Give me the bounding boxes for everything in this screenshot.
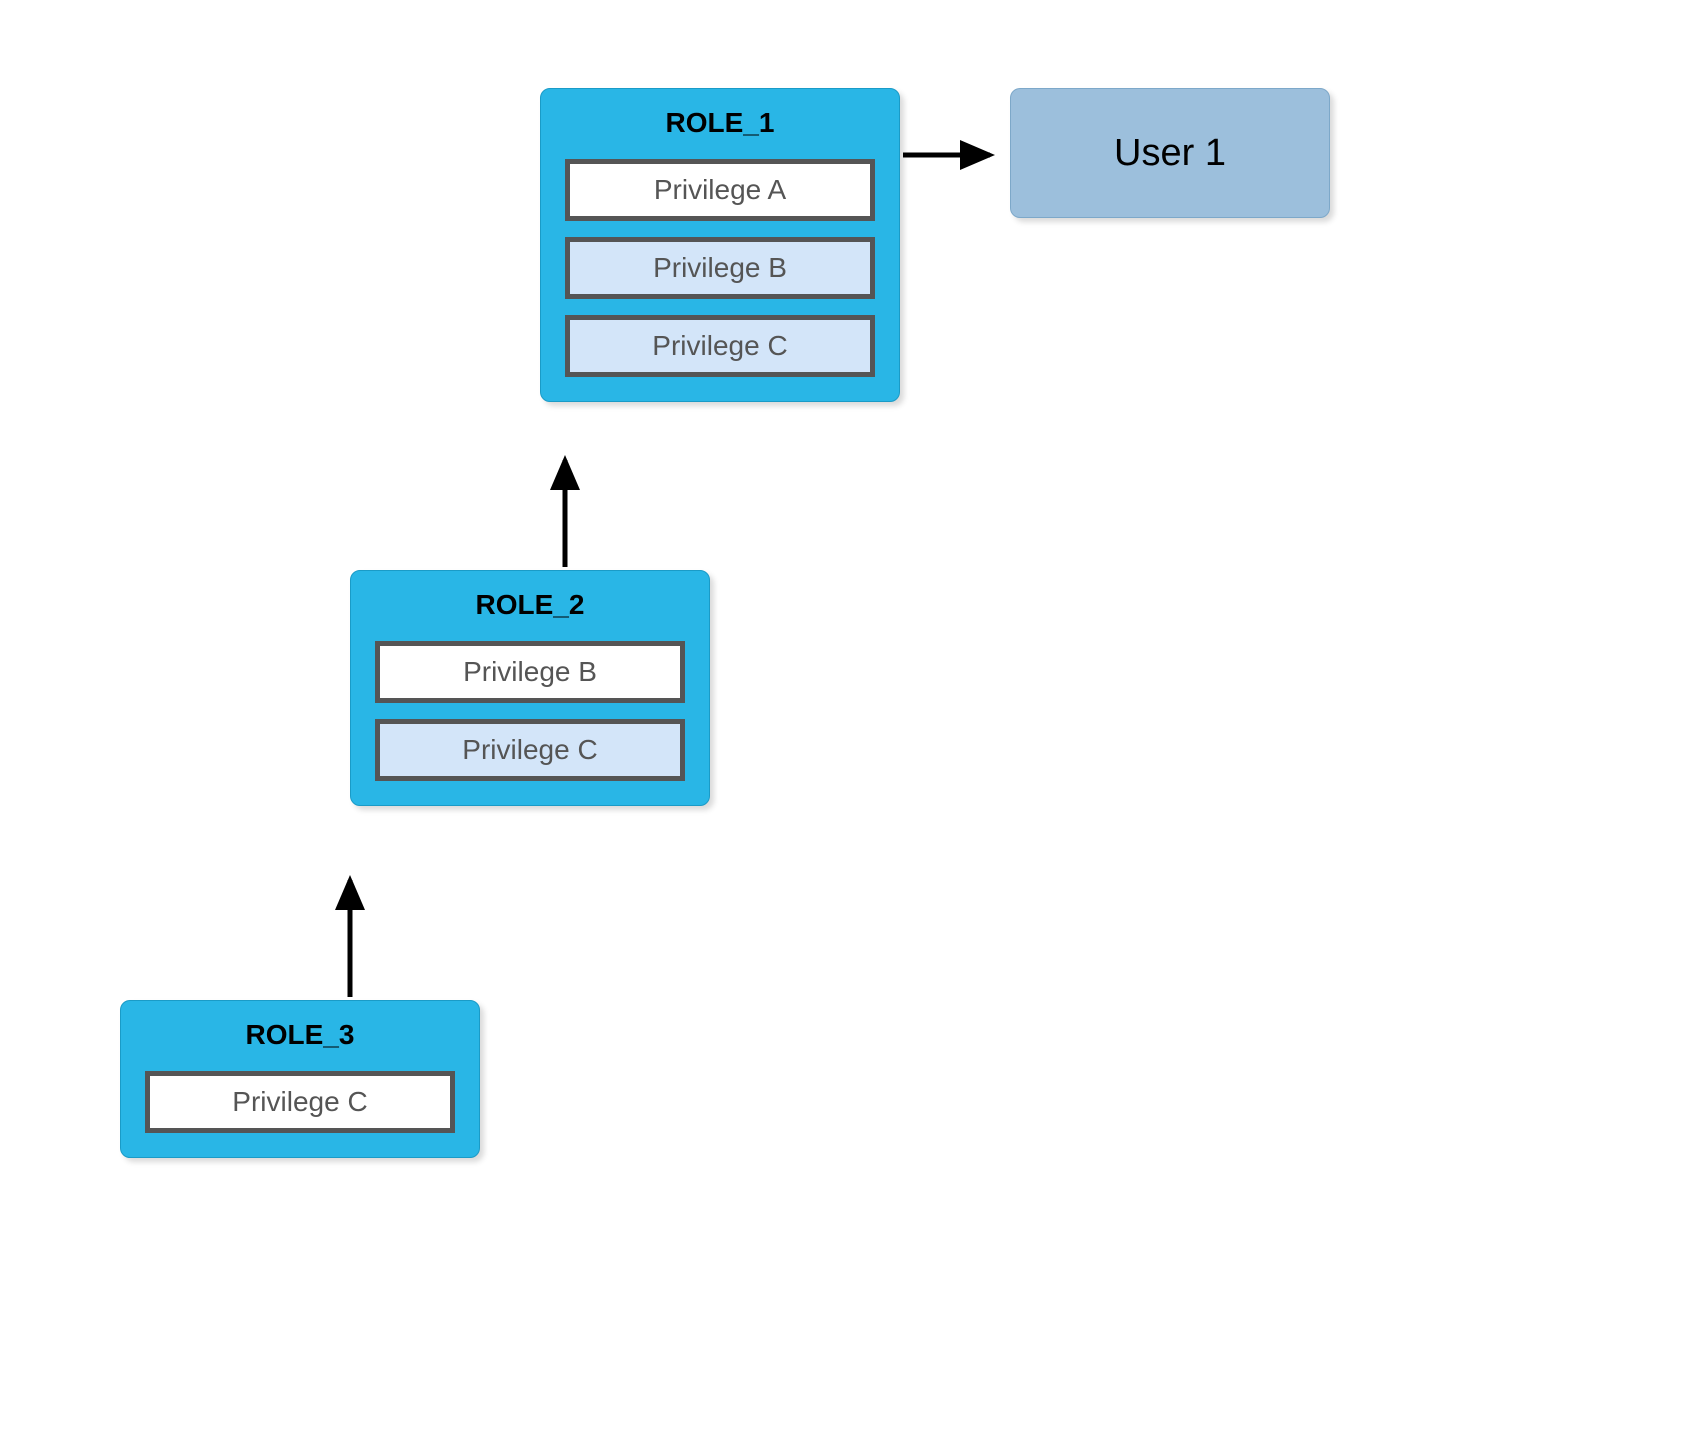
role-1-privilege-a: Privilege A (565, 159, 875, 221)
role-3-box: ROLE_3 Privilege C (120, 1000, 480, 1158)
role-3-privilege-c: Privilege C (145, 1071, 455, 1133)
role-1-privilege-b: Privilege B (565, 237, 875, 299)
diagram-canvas: ROLE_1 Privilege A Privilege B Privilege… (0, 0, 1697, 1453)
user-1-box: User 1 (1010, 88, 1330, 218)
role-2-title: ROLE_2 (375, 589, 685, 621)
role-3-title: ROLE_3 (145, 1019, 455, 1051)
role-1-box: ROLE_1 Privilege A Privilege B Privilege… (540, 88, 900, 402)
role-2-box: ROLE_2 Privilege B Privilege C (350, 570, 710, 806)
user-1-label: User 1 (1114, 132, 1226, 175)
role-2-privilege-b: Privilege B (375, 641, 685, 703)
role-2-privilege-c: Privilege C (375, 719, 685, 781)
role-1-title: ROLE_1 (565, 107, 875, 139)
role-1-privilege-c: Privilege C (565, 315, 875, 377)
